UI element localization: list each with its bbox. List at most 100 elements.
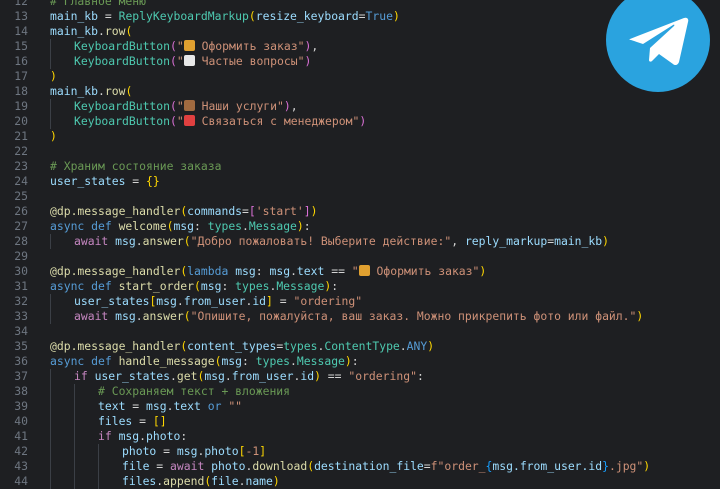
indent-guide bbox=[50, 459, 74, 474]
code-token: Message bbox=[296, 354, 345, 368]
code-line[interactable]: 31 async def start_order(msg: types.Messa… bbox=[0, 279, 720, 294]
code-token: photo bbox=[204, 444, 239, 458]
indent-guide bbox=[50, 39, 74, 54]
code-token: Частые вопросы" bbox=[194, 54, 305, 68]
code-token: files bbox=[98, 414, 133, 428]
code-text: user_states = {} bbox=[28, 174, 160, 189]
code-text: main_kb = ReplyKeyboardMarkup(resize_key… bbox=[28, 9, 400, 24]
code-line[interactable]: 44 files.append(file.name) bbox=[0, 474, 720, 489]
indent-guide bbox=[50, 234, 74, 249]
code-text: async def welcome(msg: types.Message): bbox=[28, 219, 311, 234]
code-token: " bbox=[176, 99, 184, 113]
code-line[interactable]: 28 await msg.answer("Добро пожаловать! Вы… bbox=[0, 234, 720, 249]
code-text: await msg.answer("Опишите, пожалуйста, в… bbox=[28, 309, 643, 324]
code-token: welcome bbox=[118, 219, 167, 233]
code-token: ( bbox=[248, 9, 256, 23]
code-token: [ bbox=[248, 204, 256, 218]
code-line[interactable]: 42 photo = msg.photo[-1] bbox=[0, 444, 720, 459]
code-token: = bbox=[98, 9, 119, 23]
code-token: : bbox=[221, 279, 236, 293]
code-text: # Сохраняем текст + вложения bbox=[28, 384, 290, 399]
code-text: main_kb.row( bbox=[28, 84, 132, 99]
code-text: @dp.message_handler(content_types=types.… bbox=[28, 339, 434, 354]
code-token: -1 bbox=[245, 444, 260, 458]
code-token: . bbox=[224, 369, 232, 383]
indent-guide bbox=[50, 474, 74, 489]
code-token: ContentType bbox=[324, 339, 400, 353]
line-number: 24 bbox=[14, 174, 28, 188]
code-token: " bbox=[176, 114, 184, 128]
indent-guide bbox=[50, 309, 74, 324]
code-line[interactable]: 22 bbox=[0, 144, 720, 159]
code-line[interactable]: 21) bbox=[0, 129, 720, 144]
code-line[interactable]: 29 bbox=[0, 249, 720, 264]
indent-guide bbox=[74, 474, 98, 489]
package-icon bbox=[183, 40, 195, 51]
code-token: types bbox=[235, 279, 270, 293]
code-token: ) bbox=[344, 354, 352, 368]
indent-guide bbox=[50, 444, 74, 459]
code-line[interactable]: 38 # Сохраняем текст + вложения bbox=[0, 384, 720, 399]
code-token: = bbox=[132, 414, 153, 428]
code-token: ) bbox=[50, 69, 57, 83]
code-token: .jpg" bbox=[608, 459, 644, 473]
code-token: Message bbox=[248, 219, 297, 233]
line-number: 39 bbox=[14, 399, 28, 413]
code-token: Оформить заказ" bbox=[369, 264, 480, 278]
code-token: file bbox=[122, 459, 150, 473]
code-token: async def bbox=[50, 219, 119, 233]
code-line[interactable]: 39 text = msg.text or "" bbox=[0, 399, 720, 414]
code-token: ANY bbox=[406, 339, 428, 353]
code-text: files = [] bbox=[28, 414, 167, 429]
code-token: ) bbox=[304, 54, 312, 68]
code-token: : bbox=[242, 354, 256, 368]
code-line[interactable]: 36 async def handle_message(msg: types.Me… bbox=[0, 354, 720, 369]
line-number: 42 bbox=[14, 444, 28, 458]
code-line[interactable]: 34 bbox=[0, 324, 720, 339]
code-line[interactable]: 32 user_states[msg.from_user.id] = "order… bbox=[0, 294, 720, 309]
indent-guide bbox=[74, 384, 98, 399]
code-line[interactable]: 37 if user_states.get(msg.from_user.id) =… bbox=[0, 369, 720, 384]
code-token: ( bbox=[170, 99, 177, 113]
code-line[interactable]: 20 KeyboardButton(" Связаться с менеджеро… bbox=[0, 114, 720, 129]
code-line[interactable]: 24 user_states = {} bbox=[0, 174, 720, 189]
code-token: start_order bbox=[118, 279, 195, 293]
speech-bubble-icon bbox=[183, 55, 195, 66]
code-token: == bbox=[324, 264, 352, 278]
code-line[interactable]: 27 async def welcome(msg: types.Message): bbox=[0, 219, 720, 234]
code-text: if msg.photo: bbox=[28, 429, 187, 444]
code-text: text = msg.text or "" bbox=[28, 399, 242, 414]
code-text: ) bbox=[28, 129, 57, 144]
code-line[interactable]: 35 @dp.message_handler(content_types=type… bbox=[0, 339, 720, 354]
code-token: # Сохраняем текст + вложения bbox=[98, 384, 291, 398]
code-token: " bbox=[176, 39, 184, 53]
code-token: ( bbox=[194, 279, 201, 293]
code-token: . bbox=[139, 429, 147, 443]
code-text: async def handle_message(msg: types.Mess… bbox=[28, 354, 359, 369]
line-number: 26 bbox=[14, 204, 28, 218]
code-token: # Храним состояние заказа bbox=[50, 159, 222, 173]
code-token: ) bbox=[296, 219, 304, 233]
code-token: KeyboardButton bbox=[74, 114, 171, 128]
code-line[interactable]: 43 file = await photo.download(destinatio… bbox=[0, 459, 720, 474]
code-line[interactable]: 40 files = [] bbox=[0, 414, 720, 429]
code-line[interactable]: 30 @dp.message_handler(lambda msg: msg.te… bbox=[0, 264, 720, 279]
code-line[interactable]: 33 await msg.answer("Опишите, пожалуйста,… bbox=[0, 309, 720, 324]
code-token: photo bbox=[122, 444, 157, 458]
code-token: main_kb bbox=[50, 24, 99, 38]
indent-guide bbox=[50, 114, 74, 129]
indent-guide bbox=[74, 429, 98, 444]
code-token: . bbox=[242, 219, 249, 233]
line-number: 18 bbox=[14, 84, 28, 98]
code-token: . bbox=[399, 339, 407, 353]
indent-guide bbox=[50, 294, 74, 309]
code-token: ( bbox=[170, 39, 177, 53]
code-token: "Добро пожаловать! Выберите действие:" bbox=[190, 234, 452, 248]
code-line[interactable]: 23 # Храним состояние заказа bbox=[0, 159, 720, 174]
code-token: ( bbox=[183, 309, 191, 323]
code-line[interactable]: 25 bbox=[0, 189, 720, 204]
code-line[interactable]: 19 KeyboardButton(" Наши услуги"), bbox=[0, 99, 720, 114]
code-line[interactable]: 41 if msg.photo: bbox=[0, 429, 720, 444]
code-token: async def bbox=[50, 279, 119, 293]
code-line[interactable]: 26 @dp.message_handler(commands=['start']… bbox=[0, 204, 720, 219]
